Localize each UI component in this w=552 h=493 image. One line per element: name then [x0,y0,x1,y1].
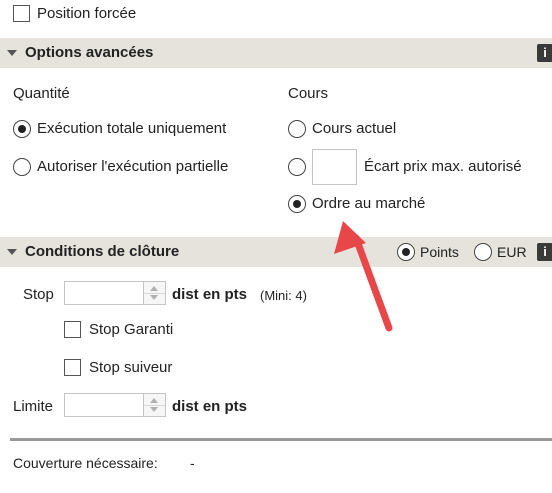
stop-label: Stop [23,286,54,303]
info-icon[interactable]: i [537,243,552,261]
execution-partielle-label[interactable]: Autoriser l'exécution partielle [37,158,228,175]
stop-hint: (Mini: 4) [260,288,307,303]
cours-actuel-radio[interactable] [288,120,306,138]
spinner-divider [144,293,165,294]
ecart-prix-input[interactable] [312,149,357,185]
spinner-up-icon[interactable] [150,286,158,291]
spinner-up-icon[interactable] [150,398,158,403]
quantite-heading: Quantité [13,85,70,102]
ecart-prix-radio[interactable] [288,158,306,176]
execution-partielle-radio[interactable] [13,158,31,176]
execution-totale-radio[interactable] [13,120,31,138]
position-forcee-label: Position forcée [37,5,137,22]
cours-heading: Cours [288,85,329,102]
stop-suiveur-label[interactable]: Stop suiveur [89,359,172,376]
conditions-cloture-header[interactable]: Conditions de clôture Points EUR i [0,237,552,267]
couverture-label: Couverture nécessaire: [13,455,158,471]
stop-distance-spinner[interactable] [144,281,166,305]
stop-suiveur-checkbox[interactable] [64,359,81,376]
stop-unit-label: dist en pts [172,286,248,303]
conditions-cloture-title: Conditions de clôture [25,243,180,260]
unit-points-label[interactable]: Points [420,244,459,260]
stop-distance-input[interactable] [64,281,144,305]
section-divider [10,438,552,441]
spinner-down-icon[interactable] [150,295,158,300]
ecart-prix-label[interactable]: Écart prix max. autorisé [364,158,522,175]
limite-label: Limite [13,398,54,415]
ordre-marche-radio[interactable] [288,195,306,213]
execution-totale-label[interactable]: Exécution totale uniquement [37,120,226,137]
limite-unit-label: dist en pts [172,398,248,415]
collapse-triangle-icon[interactable] [7,50,17,56]
limite-distance-spinner[interactable] [144,393,166,417]
ordre-marche-label[interactable]: Ordre au marché [312,195,425,212]
cours-actuel-label[interactable]: Cours actuel [312,120,396,137]
position-forcee-checkbox[interactable] [13,5,30,22]
info-icon[interactable]: i [537,44,552,62]
options-avancees-title: Options avancées [25,44,154,61]
collapse-triangle-icon[interactable] [7,249,17,255]
unit-eur-radio[interactable] [474,243,492,261]
stop-garanti-checkbox[interactable] [64,321,81,338]
unit-eur-label[interactable]: EUR [497,244,527,260]
couverture-value: - [190,455,195,471]
spinner-divider [144,405,165,406]
spinner-down-icon[interactable] [150,407,158,412]
stop-garanti-label[interactable]: Stop Garanti [89,321,173,338]
options-avancees-header[interactable]: Options avancées i [0,38,552,68]
limite-distance-input[interactable] [64,393,144,417]
unit-points-radio[interactable] [397,243,415,261]
